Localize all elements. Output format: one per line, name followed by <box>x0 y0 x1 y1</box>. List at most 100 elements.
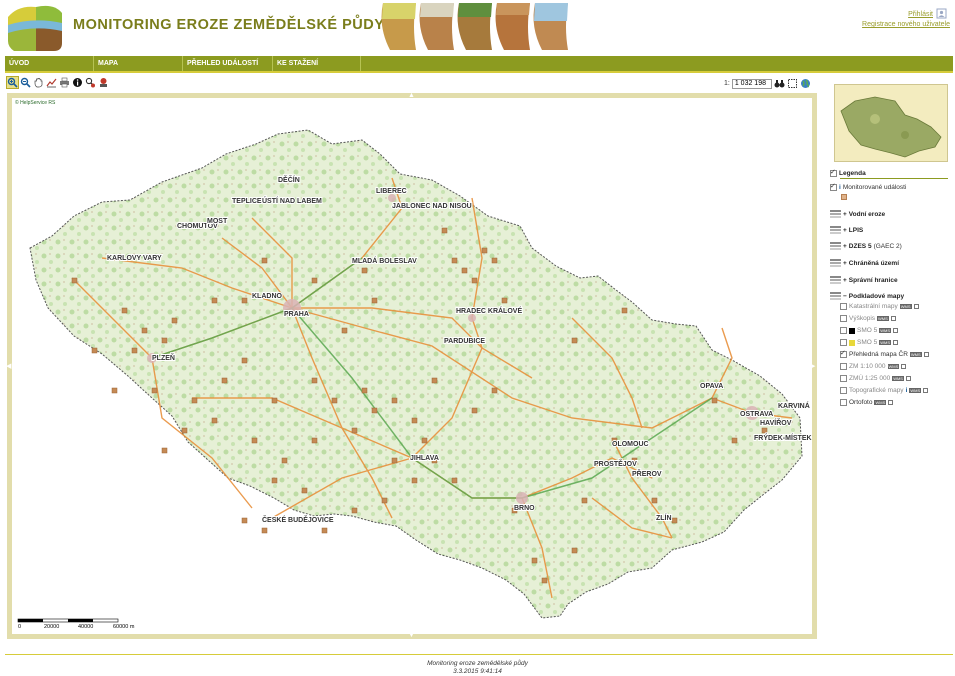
binoculars-icon[interactable] <box>774 78 785 89</box>
layer-checkbox[interactable] <box>840 303 847 310</box>
expand-icon[interactable]: + <box>843 243 847 250</box>
user-login-icon[interactable] <box>936 8 947 19</box>
base-layer-row: Ortofoto WMS <box>840 399 894 406</box>
czech-republic-map[interactable]: DĚČÍN LIBEREC TEPLICE ÚSTÍ NAD LABEM JAB… <box>12 98 812 634</box>
scale-prefix: 1: <box>724 80 730 87</box>
zoom-in-icon[interactable] <box>6 76 19 89</box>
register-link[interactable]: Registrace nového uživatele <box>862 21 950 28</box>
layer-checkbox[interactable] <box>840 399 847 406</box>
legend-divider <box>840 178 948 179</box>
monitored-events-label: Monitorované události <box>842 184 907 191</box>
expand-icon[interactable]: + <box>843 211 847 218</box>
metadata-icon[interactable] <box>901 364 907 369</box>
city-label: HAVÍŘOV <box>760 418 792 427</box>
city-label: FRÝDEK-MÍSTEK <box>754 433 812 442</box>
expand-icon[interactable]: + <box>843 277 847 284</box>
layer-checkbox[interactable] <box>840 375 847 382</box>
footer-divider <box>5 654 953 655</box>
city-label: PARDUBICE <box>444 338 485 345</box>
pan-left-icon[interactable]: ◀ <box>6 363 11 370</box>
city-label: KARVINÁ <box>778 401 810 410</box>
wms-badge: WMS <box>874 400 887 405</box>
layer-checkbox[interactable] <box>840 339 847 346</box>
base-layer-row: SMO 5 WMS <box>840 327 899 334</box>
overview-map[interactable] <box>834 84 948 162</box>
layers-icon <box>830 276 841 284</box>
search-parcel-icon[interactable] <box>85 77 96 88</box>
group-sublabel: (GAEC 2) <box>873 242 902 250</box>
group-lpis[interactable]: + LPIS <box>830 226 863 234</box>
monitored-events-checkbox[interactable] <box>830 182 837 191</box>
city-label: OPAVA <box>700 383 723 390</box>
group-dzes5[interactable]: + DZES 5 (GAEC 2) <box>830 242 902 250</box>
info-icon[interactable]: i <box>839 184 841 191</box>
group-base-maps[interactable]: − Podkladové mapy <box>830 292 904 300</box>
metadata-icon[interactable] <box>905 376 911 381</box>
expand-icon[interactable]: + <box>843 227 847 234</box>
city-label: MLADÁ BOLESLAV <box>352 256 417 265</box>
layer-checkbox[interactable] <box>840 327 847 334</box>
event-icon[interactable] <box>98 77 109 88</box>
globe-icon[interactable] <box>800 78 811 89</box>
scale-control: 1: <box>724 78 811 89</box>
wms-badge: WMS <box>879 340 892 345</box>
city-label: OLOMOUC <box>612 441 649 448</box>
footer-timestamp: 3.3.2015 9:41:14 <box>453 668 502 675</box>
select-box-icon[interactable] <box>787 78 798 89</box>
metadata-icon[interactable] <box>888 400 894 405</box>
group-label: Správní hranice <box>848 276 898 284</box>
expand-icon[interactable]: + <box>843 260 847 267</box>
metadata-icon[interactable] <box>893 340 899 345</box>
legend-header: Legenda <box>830 168 866 177</box>
metadata-icon[interactable] <box>913 304 919 309</box>
print-icon[interactable] <box>59 77 70 88</box>
layer-label: ZM 1:10 000 <box>849 363 886 370</box>
group-water-erosion[interactable]: + Vodní eroze <box>830 210 885 218</box>
scale-input[interactable] <box>731 78 772 89</box>
nav-downloads[interactable]: KE STAŽENÍ <box>273 56 361 71</box>
info-icon[interactable] <box>72 77 83 88</box>
layers-icon <box>830 210 841 218</box>
zoom-out-icon[interactable] <box>20 77 31 88</box>
legend-checkbox[interactable] <box>830 168 837 177</box>
layer-checkbox[interactable] <box>840 349 847 358</box>
monitored-events-swatch <box>841 194 847 200</box>
map-canvas[interactable]: DĚČÍN LIBEREC TEPLICE ÚSTÍ NAD LABEM JAB… <box>12 98 812 634</box>
city-label: MOST <box>207 218 228 225</box>
metadata-icon[interactable] <box>893 328 899 333</box>
layer-checkbox[interactable] <box>840 315 847 322</box>
wms-badge: WMS <box>909 388 922 393</box>
city-label: TEPLICE <box>232 198 262 205</box>
layer-checkbox[interactable] <box>840 387 847 394</box>
base-layer-row: SMO 5 WMS <box>840 339 899 346</box>
pan-hand-icon[interactable] <box>33 77 44 88</box>
city-label: KARLOVY VARY <box>107 255 162 262</box>
info-icon[interactable]: i <box>906 387 908 394</box>
wms-badge: WMS <box>879 328 892 333</box>
measure-icon[interactable] <box>46 77 57 88</box>
city-label: KLADNO <box>252 293 282 300</box>
nav-map[interactable]: MAPA <box>94 56 183 71</box>
overview-map-image <box>840 96 942 158</box>
layer-checkbox[interactable] <box>840 363 847 370</box>
metadata-icon[interactable] <box>923 352 929 357</box>
login-link[interactable]: Přihlásit <box>908 11 933 18</box>
layer-label: Ortofoto <box>849 399 873 406</box>
metadata-icon[interactable] <box>923 388 929 393</box>
group-admin-boundaries[interactable]: + Správní hranice <box>830 276 898 284</box>
layer-label: Katastrální mapy <box>849 303 898 310</box>
event-square-icon <box>841 194 847 200</box>
layer-label: ZMÚ 1:25 000 <box>849 375 891 382</box>
main-navigation: ÚVOD MAPA PŘEHLED UDÁLOSTÍ KE STAŽENÍ <box>5 56 953 73</box>
city-label: PLZEŇ <box>152 353 175 362</box>
nav-events-overview[interactable]: PŘEHLED UDÁLOSTÍ <box>183 56 273 71</box>
nav-home[interactable]: ÚVOD <box>5 56 94 71</box>
collapse-icon[interactable]: − <box>843 293 847 300</box>
base-layer-row: ZMÚ 1:25 000 WMS <box>840 375 911 382</box>
group-label: Podkladové mapy <box>848 292 905 300</box>
group-protected-areas[interactable]: + Chráněná území <box>830 259 899 267</box>
metadata-icon[interactable] <box>890 316 896 321</box>
city-label: PROSTĚJOV <box>594 459 637 468</box>
layer-label: Výškopis <box>849 315 876 322</box>
base-layer-row: ZM 1:10 000 WMS <box>840 363 907 370</box>
